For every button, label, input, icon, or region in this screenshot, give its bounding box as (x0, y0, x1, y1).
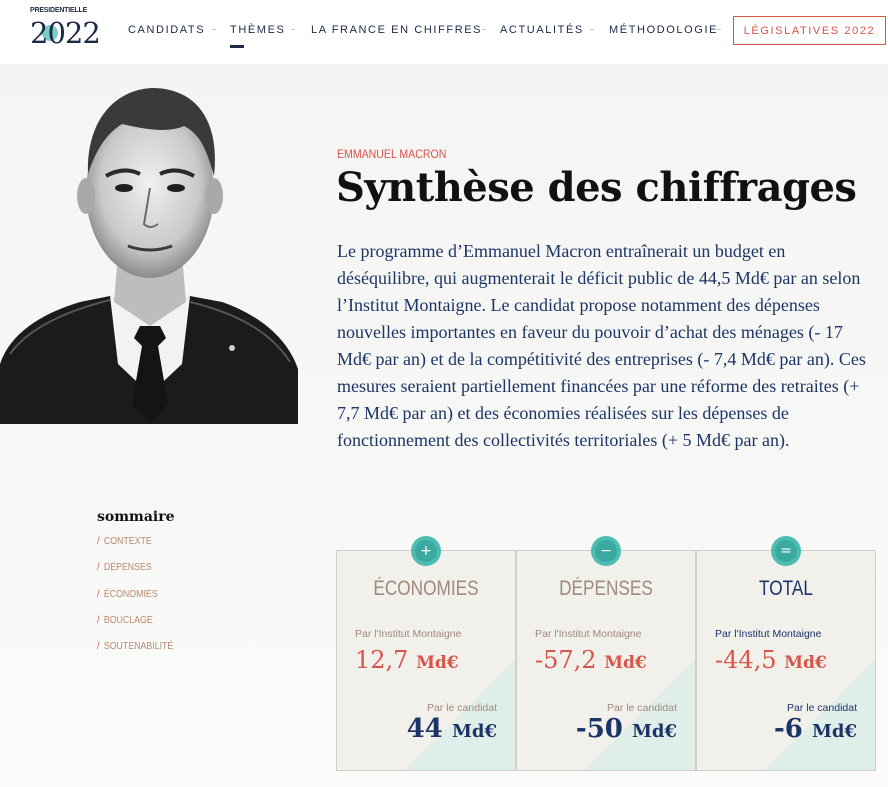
card-source-montaigne: Par l'Institut Montaigne (715, 628, 822, 640)
slash-icon: / (97, 588, 100, 600)
slash-icon: / (97, 562, 100, 574)
nav-methodologie[interactable]: MÉTHODOLOGIE (609, 24, 718, 36)
logo-year: 2022 (30, 16, 101, 50)
card-value-candidat: -50 Md€ (576, 714, 677, 744)
slash-icon: / (97, 614, 100, 626)
card-source-montaigne: Par l'Institut Montaigne (355, 628, 462, 640)
card-title: DÉPENSES (559, 577, 653, 600)
unit: Md€ (784, 653, 827, 673)
card-value-montaigne: -44,5 Md€ (715, 646, 827, 674)
nav-separator (212, 29, 216, 30)
nav-separator (717, 29, 721, 30)
value: -57,2 (535, 646, 597, 674)
value: -50 (575, 714, 623, 744)
card-source-candidat: Par le candidat (786, 702, 857, 714)
unit: Md€ (451, 721, 497, 742)
logo-label: PRESIDENTIELLE (30, 7, 88, 14)
page-title: Synthèse des chiffrages (336, 164, 857, 211)
candidate-name: EMMANUEL MACRON (337, 147, 447, 161)
card-economies: ÉCONOMIES Par l'Institut Montaigne 12,7 … (336, 550, 516, 771)
badge-symbol: − (595, 540, 617, 562)
card-title: ÉCONOMIES (373, 577, 479, 600)
card-value-montaigne: -57,2 Md€ (535, 646, 647, 674)
lead-paragraph: Le programme d’Emmanuel Macron entraîner… (337, 241, 866, 450)
unit: Md€ (811, 721, 857, 742)
sommaire-item-contexte[interactable]: / CONTEXTE (97, 536, 173, 562)
card-source-candidat: Par le candidat (426, 702, 497, 714)
badge-symbol: = (775, 540, 797, 562)
card-depenses: DÉPENSES Par l'Institut Montaigne -57,2 … (516, 550, 696, 771)
sommaire-heading: sommaire (97, 509, 175, 525)
nav-france-en-chiffres[interactable]: LA FRANCE EN CHIFFRES (311, 24, 482, 36)
card-title: TOTAL (759, 577, 813, 600)
slash-icon: / (97, 536, 100, 547)
legislatives-2022-button[interactable]: LÉGISLATIVES 2022 (733, 16, 886, 45)
card-value-candidat: -6 Md€ (774, 714, 857, 744)
equals-icon: = (771, 536, 801, 566)
sommaire-item-label: DÉPENSES (103, 562, 152, 574)
card-source-candidat: Par le candidat (606, 702, 677, 714)
badge-symbol: + (415, 540, 437, 562)
unit: Md€ (604, 653, 647, 673)
card-value-candidat: 44 Md€ (407, 714, 497, 744)
nav-themes-underline (230, 45, 244, 48)
nav-separator (291, 29, 295, 30)
value: -6 (774, 714, 803, 744)
candidate-portrait (0, 88, 298, 424)
sommaire-item-soutenabilite[interactable]: / SOUTENABILITÉ (97, 641, 173, 667)
nav-themes[interactable]: THÈMES (230, 24, 285, 36)
top-navigation: PRESIDENTIELLE 2022 CANDIDATS THÈMES LA … (0, 0, 888, 64)
sommaire-item-depenses[interactable]: / DÉPENSES (97, 562, 173, 588)
sommaire-item-economies[interactable]: / ÉCONOMIES (97, 589, 173, 615)
sommaire-list: / CONTEXTE / DÉPENSES / ÉCONOMIES / BOUCLAGE… (97, 536, 184, 667)
card-value-montaigne: 12,7 Md€ (355, 646, 459, 674)
sommaire-item-label: SOUTENABILITÉ (103, 641, 174, 653)
unit: Md€ (631, 721, 677, 742)
nav-separator (482, 29, 486, 30)
sommaire-item-label: CONTEXTE (103, 536, 152, 547)
summary-cards: ÉCONOMIES Par l'Institut Montaigne 12,7 … (336, 550, 876, 771)
value: 44 (406, 714, 443, 744)
card-total: TOTAL Par l'Institut Montaigne -44,5 Md€… (696, 550, 876, 771)
nav-separator (590, 29, 594, 30)
slash-icon: / (97, 641, 100, 653)
minus-icon: − (591, 536, 621, 566)
value: 12,7 (355, 646, 409, 674)
sommaire-item-bouclage[interactable]: / BOUCLAGE (97, 615, 173, 641)
presidentielle-logo[interactable]: PRESIDENTIELLE 2022 (30, 7, 101, 55)
nav-candidats[interactable]: CANDIDATS (128, 24, 205, 36)
sommaire-item-label: BOUCLAGE (103, 614, 153, 626)
sommaire-item-label: ÉCONOMIES (103, 588, 158, 600)
card-source-montaigne: Par l'Institut Montaigne (535, 628, 642, 640)
plus-icon: + (411, 536, 441, 566)
value: -44,5 (715, 646, 777, 674)
unit: Md€ (416, 653, 459, 673)
nav-actualites[interactable]: ACTUALITÉS (500, 24, 584, 36)
